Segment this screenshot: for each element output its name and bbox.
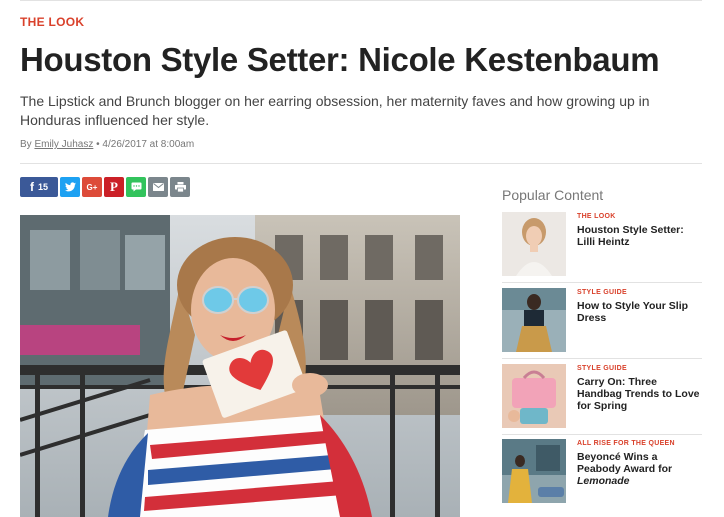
popular-item-category[interactable]: THE LOOK	[577, 213, 616, 220]
popular-item-thumbnail[interactable]	[502, 288, 566, 352]
popular-item-title-text[interactable]: Beyoncé Wins a Peabody Award for	[577, 451, 672, 475]
author-link[interactable]: Emily Juhasz	[34, 139, 93, 150]
popular-item-thumbnail[interactable]	[502, 364, 566, 428]
popular-item-title-emphasis[interactable]: Lemonade	[577, 475, 630, 487]
popular-item-thumbnail[interactable]	[502, 439, 566, 503]
twitter-icon	[64, 182, 76, 192]
hero-image	[20, 215, 460, 517]
google-plus-share-button[interactable]: G+	[82, 177, 102, 197]
facebook-icon: f	[29, 180, 34, 194]
facebook-share-button[interactable]: f 15	[20, 177, 58, 197]
google-plus-icon: G+	[86, 182, 98, 192]
popular-item[interactable]: THE LOOK Houston Style Setter: Lilli Hei…	[502, 212, 702, 277]
popular-item-title[interactable]: How to Style Your Slip Dress	[577, 300, 702, 324]
top-divider	[20, 0, 702, 1]
print-icon	[174, 182, 186, 192]
pinterest-share-button[interactable]: P	[104, 177, 124, 197]
article-title: Houston Style Setter: Nicole Kestenbaum	[20, 41, 660, 78]
popular-item-title[interactable]: Carry On: Three Handbag Trends to Love f…	[577, 376, 702, 412]
popular-item-category[interactable]: STYLE GUIDE	[577, 365, 627, 372]
print-button[interactable]	[170, 177, 190, 197]
sms-share-button[interactable]	[126, 177, 146, 197]
twitter-share-button[interactable]	[60, 177, 80, 197]
popular-divider	[502, 434, 702, 435]
facebook-share-count: 15	[37, 182, 48, 192]
byline-prefix: By	[20, 139, 32, 150]
pinterest-icon: P	[110, 179, 118, 194]
popular-divider	[502, 358, 702, 359]
publish-date: • 4/26/2017 at 8:00am	[96, 139, 195, 150]
popular-item[interactable]: ALL RISE FOR THE QUEEN Beyoncé Wins a Pe…	[502, 439, 702, 504]
email-icon	[152, 183, 164, 191]
share-bar: f 15 G+ P	[20, 177, 190, 197]
popular-divider	[502, 282, 702, 283]
popular-item-category[interactable]: ALL RISE FOR THE QUEEN	[577, 440, 675, 447]
email-share-button[interactable]	[148, 177, 168, 197]
popular-item-category[interactable]: STYLE GUIDE	[577, 289, 627, 296]
header-divider	[20, 163, 702, 164]
section-label[interactable]: THE LOOK	[20, 15, 84, 29]
article-dek: The Lipstick and Brunch blogger on her e…	[20, 93, 650, 128]
popular-item-title[interactable]: Houston Style Setter: Lilli Heintz	[577, 224, 702, 248]
popular-item-title[interactable]: Beyoncé Wins a Peabody Award for Lemonad…	[577, 451, 702, 487]
sms-icon	[131, 182, 141, 192]
byline: By Emily Juhasz • 4/26/2017 at 8:00am	[20, 139, 194, 150]
popular-item-thumbnail[interactable]	[502, 212, 566, 276]
popular-item[interactable]: STYLE GUIDE How to Style Your Slip Dress	[502, 288, 702, 353]
popular-item[interactable]: STYLE GUIDE Carry On: Three Handbag Tren…	[502, 364, 702, 429]
popular-content-heading: Popular Content	[502, 187, 604, 203]
